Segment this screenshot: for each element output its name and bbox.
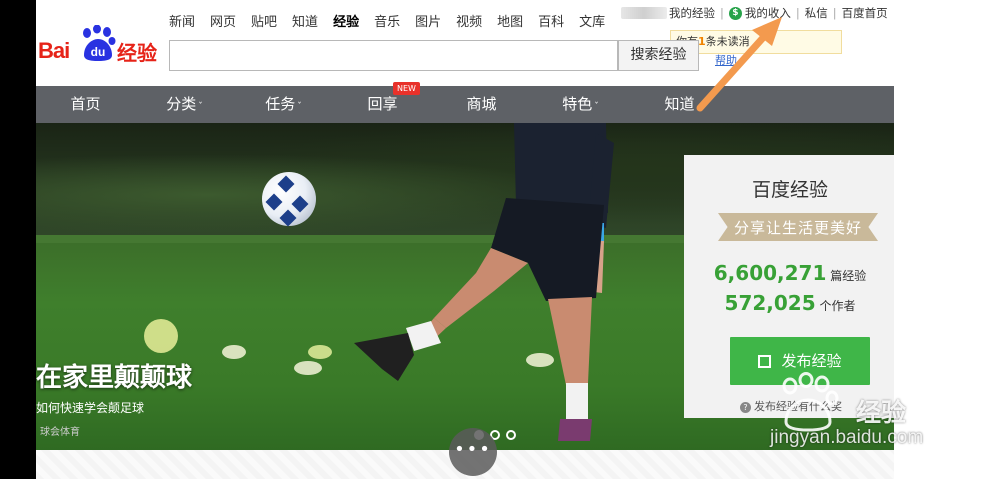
- top-nav-link[interactable]: 地图: [497, 15, 523, 31]
- help-icon: ?: [740, 402, 751, 413]
- main-nav-label: 首页: [70, 95, 101, 113]
- divider: |: [795, 6, 800, 20]
- main-nav-label: 商城: [466, 95, 497, 113]
- main-nav-label: 特色: [562, 95, 593, 113]
- logo-du-text: du: [91, 45, 106, 59]
- new-badge: NEW: [393, 82, 420, 95]
- authors-stat: 572,025 个作者: [684, 291, 896, 315]
- chevron-down-icon: ˇ: [297, 102, 302, 112]
- watermark-domain: jingyan.baidu.com: [770, 427, 924, 448]
- private-message-link[interactable]: 私信: [805, 5, 828, 21]
- divider: |: [720, 6, 724, 20]
- top-nav-link[interactable]: 视频: [456, 15, 482, 31]
- top-nav: 新闻 网页 贴吧 知道 经验 音乐 图片 视频 地图 百科 文库: [169, 15, 620, 31]
- jingyan-watermark: 经验 jingyan.baidu.com: [770, 372, 950, 462]
- main-nav-item[interactable]: 分类 ˇ: [135, 86, 234, 123]
- user-bar: 我的经验 | $ 我的收入 | 私信 | 百度首页: [621, 5, 888, 21]
- chevron-down-icon: ˇ: [594, 102, 599, 112]
- top-nav-link[interactable]: 网页: [210, 15, 236, 31]
- main-nav-label: 分类: [166, 95, 197, 113]
- main-nav-item[interactable]: 首页: [36, 86, 135, 123]
- main-nav-item[interactable]: 商城: [432, 86, 531, 123]
- tip-count: 1: [698, 35, 706, 48]
- top-nav-link[interactable]: 文库: [579, 15, 605, 31]
- banner-source: 球会体育: [40, 427, 80, 438]
- more-options-button[interactable]: •••: [449, 428, 497, 476]
- baidu-home-link[interactable]: 百度首页: [842, 5, 888, 21]
- logo-bai-text: Bai: [38, 38, 70, 63]
- search-input[interactable]: [169, 40, 618, 71]
- divider: |: [832, 6, 837, 20]
- top-nav-link[interactable]: 百科: [538, 15, 564, 31]
- my-jingyan-link[interactable]: 我的经验: [669, 5, 715, 21]
- chevron-down-icon: ˇ: [198, 102, 203, 112]
- banner-headline[interactable]: 在家里颠颠球: [36, 357, 192, 394]
- main-nav-label: 回享: [367, 95, 398, 113]
- carousel-dot[interactable]: [506, 430, 516, 440]
- top-nav-link[interactable]: 音乐: [374, 15, 400, 31]
- main-nav-label: 知道: [664, 95, 695, 113]
- authors-count: 572,025: [724, 291, 816, 315]
- main-nav-item[interactable]: 知道: [630, 86, 729, 123]
- banner-subline: 如何快速学会颠足球: [36, 401, 145, 415]
- search-button[interactable]: 搜索经验: [618, 40, 699, 71]
- page: Bai du 经验 新闻 网页 贴吧 知道 经验 音乐 图片 视频 地图 百科 文库 我的经验 | …: [36, 0, 896, 479]
- main-nav-item[interactable]: 任务 ˇ: [234, 86, 333, 123]
- baidu-jingyan-logo[interactable]: Bai du 经验: [36, 20, 160, 65]
- paw-icon: du: [83, 25, 116, 61]
- logo-jingyan-text: 经验: [117, 41, 157, 65]
- top-nav-link[interactable]: 新闻: [169, 15, 195, 31]
- watermark-jingyan: 经验: [856, 398, 907, 427]
- top-nav-link[interactable]: 贴吧: [251, 15, 277, 31]
- top-nav-link[interactable]: 经验: [333, 15, 359, 31]
- tip-suffix: 条未读消: [705, 35, 750, 48]
- main-nav-item[interactable]: 特色 ˇ: [531, 86, 630, 123]
- my-income-link[interactable]: 我的收入: [745, 5, 791, 21]
- articles-unit: 篇经验: [830, 269, 867, 283]
- slogan-ribbon: 分享让生活更美好: [718, 213, 878, 241]
- top-nav-link[interactable]: 知道: [292, 15, 318, 31]
- card-title: 百度经验: [751, 179, 828, 201]
- username-blurred: [621, 7, 667, 19]
- paw-icon: [782, 372, 839, 432]
- help-link[interactable]: 帮助: [715, 52, 737, 68]
- money-icon: $: [728, 6, 742, 20]
- publish-label: 发布经验: [781, 352, 842, 370]
- edit-icon: [758, 355, 772, 368]
- main-nav-label: 任务: [265, 95, 296, 113]
- main-nav: 首页 分类 ˇ 任务 ˇ 回享 商城 特色 ˇ 知道: [36, 86, 894, 123]
- top-nav-link[interactable]: 图片: [415, 15, 441, 31]
- slogan-text: 分享让生活更美好: [733, 219, 862, 237]
- articles-stat: 6,600,271 篇经验: [684, 261, 896, 285]
- articles-count: 6,600,271: [713, 261, 827, 285]
- authors-unit: 个作者: [819, 299, 856, 313]
